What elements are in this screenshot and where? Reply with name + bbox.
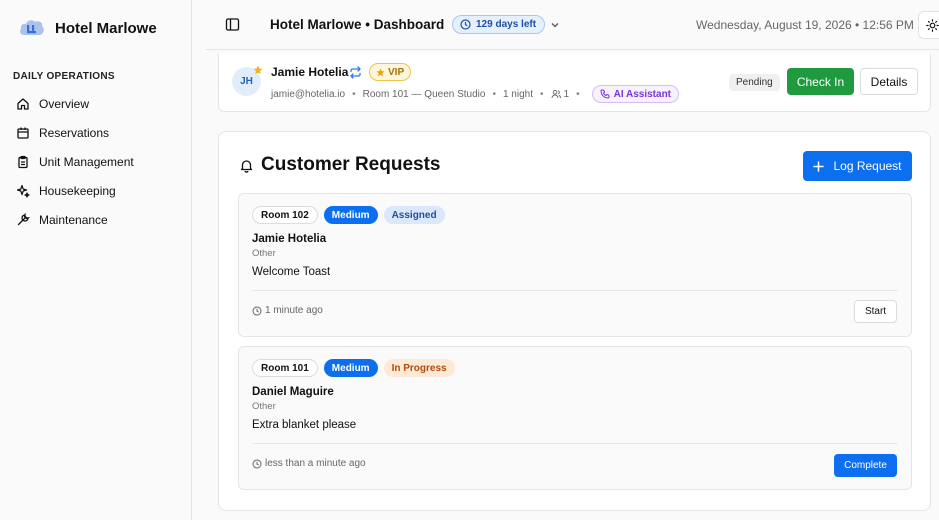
priority-tag: Medium (323, 206, 378, 224)
room-tag: Room 102 (252, 206, 318, 224)
sidebar-item-label: Housekeeping (39, 183, 116, 198)
sidebar-item-label: Maintenance (39, 212, 108, 227)
status-badge: Pending (729, 74, 780, 91)
request-guest-name: Jamie Hotelia (252, 233, 327, 245)
divider (252, 443, 898, 444)
request-description: Welcome Toast (252, 266, 331, 278)
sidebar-item-label: Reservations (39, 125, 110, 140)
sidebar-item-maintenance[interactable]: Maintenance (8, 205, 184, 234)
phone-icon (600, 89, 610, 99)
sidebar-nav: Overview Reservations Unit Management Ho… (8, 89, 184, 234)
sidebar-toggle-icon[interactable] (225, 17, 240, 32)
guest-email: jamie@hotelia.io (271, 88, 346, 100)
nav-section-label: DAILY OPERATIONS (13, 71, 115, 82)
request-description: Extra blanket please (252, 419, 357, 431)
calendar-icon (17, 127, 29, 139)
room-info: Room 101 — Queen Studio (362, 88, 486, 100)
request-time: less than a minute ago (252, 458, 366, 469)
home-icon (17, 97, 29, 110)
bell-icon (240, 159, 253, 173)
sidebar-item-reservations[interactable]: Reservations (8, 118, 184, 147)
log-request-label: Log Request (833, 159, 902, 173)
guest-name[interactable]: Jamie Hotelia (271, 65, 348, 79)
star-icon (253, 65, 263, 75)
guest-meta: jamie@hotelia.io • Room 101 — Queen Stud… (271, 85, 680, 103)
sidebar-item-label: Overview (39, 96, 90, 111)
sun-icon (925, 18, 939, 32)
priority-tag: Medium (323, 359, 378, 377)
repeat-guest-icon (350, 66, 361, 79)
clock-icon (460, 19, 471, 30)
request-tags: Room 102 Medium Assigned (252, 206, 445, 224)
ai-assistant-label: AI Assistant (613, 88, 672, 100)
start-button[interactable]: Start (854, 300, 897, 323)
ai-assistant-badge[interactable]: AI Assistant (591, 85, 680, 103)
requests-header: Customer Requests (239, 154, 441, 176)
vip-badge: VIP (369, 63, 412, 81)
request-card: Room 101 Medium In Progress Daniel Magui… (238, 346, 912, 490)
days-left-badge: 129 days left (452, 15, 546, 34)
check-in-button[interactable]: Check In (787, 68, 854, 95)
days-left-text: 129 days left (476, 19, 537, 30)
brand-name: Hotel Marlowe (55, 19, 157, 37)
request-type: Other (252, 401, 276, 412)
request-card: Room 102 Medium Assigned Jamie Hotelia O… (238, 193, 912, 337)
theme-toggle-button[interactable] (918, 11, 939, 39)
room-tag: Room 101 (252, 359, 318, 377)
reservation-row: JH Jamie Hotelia VIP jamie@hotelia.io • … (218, 53, 931, 112)
request-time-text: less than a minute ago (265, 458, 366, 469)
request-time: 1 minute ago (252, 305, 323, 316)
sparkles-icon (16, 184, 30, 198)
details-button[interactable]: Details (860, 68, 918, 95)
sidebar: Hotel Marlowe DAILY OPERATIONS Overview … (0, 0, 192, 520)
page-title: Hotel Marlowe • Dashboard (270, 17, 445, 32)
top-header: Hotel Marlowe • Dashboard 129 days left … (205, 0, 939, 50)
sidebar-item-unit-management[interactable]: Unit Management (8, 147, 184, 176)
divider (252, 290, 898, 291)
clipboard-icon (18, 155, 28, 168)
sidebar-item-overview[interactable]: Overview (8, 89, 184, 118)
log-request-button[interactable]: Log Request (803, 151, 912, 181)
clock-icon (252, 306, 262, 315)
clock-icon (252, 459, 262, 468)
requests-title: Customer Requests (261, 154, 441, 175)
sidebar-item-label: Unit Management (39, 154, 134, 169)
request-time-text: 1 minute ago (265, 305, 323, 316)
star-icon (376, 67, 385, 76)
wrench-icon (17, 212, 30, 225)
request-guest-name: Daniel Maguire (252, 386, 334, 398)
guest-count: 1 (563, 88, 570, 100)
sidebar-item-housekeeping[interactable]: Housekeeping (8, 176, 184, 205)
complete-button[interactable]: Complete (834, 454, 897, 477)
status-tag: In Progress (383, 359, 455, 377)
status-tag: Assigned (383, 206, 445, 224)
vip-label: VIP (388, 66, 405, 78)
request-type: Other (252, 248, 276, 259)
customer-requests-panel: Customer Requests Log Request Room 102 M… (218, 131, 931, 511)
nights: 1 night (502, 88, 533, 100)
request-tags: Room 101 Medium In Progress (252, 359, 455, 377)
plus-icon (813, 160, 825, 172)
users-icon (551, 90, 561, 99)
hotel-logo-icon (20, 20, 44, 35)
chevron-down-icon[interactable] (550, 20, 560, 30)
current-datetime: Wednesday, August 19, 2026 • 12:56 PM (696, 18, 914, 32)
brand[interactable]: Hotel Marlowe (18, 16, 157, 40)
